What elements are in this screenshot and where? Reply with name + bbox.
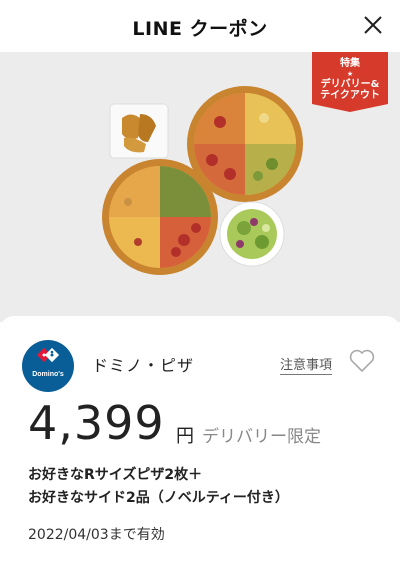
pizza-mixed — [102, 159, 218, 275]
coupon-card: Domino's ドミノ・ピザ 注意事項 4,399 円 デリバリー限定 お好き… — [0, 316, 400, 562]
close-icon[interactable] — [360, 12, 386, 38]
app-header: LINE クーポン — [0, 0, 400, 52]
description-line-2: お好きなサイド2品（ノベルティー付き） — [28, 490, 289, 506]
feature-badge: 特集 ★ デリバリー& テイクアウト — [312, 52, 388, 112]
favorite-heart-icon[interactable] — [349, 349, 375, 373]
description-line-1: お好きなRサイズピザ2枚＋ — [28, 467, 203, 483]
dominos-logo: Domino's — [22, 340, 74, 392]
potato-side-dish — [109, 103, 169, 159]
salad-side-dish — [219, 201, 285, 267]
badge-line-3: テイクアウト — [320, 90, 380, 101]
logo-text: Domino's — [32, 371, 64, 378]
badge-title: 特集 — [340, 58, 360, 69]
currency-unit: 円 — [176, 426, 194, 447]
badge-line-2: デリバリー& — [320, 79, 380, 90]
delivery-limit-label: デリバリー限定 — [202, 427, 321, 447]
page-title: LINE クーポン — [132, 18, 268, 40]
coupon-description: お好きなRサイズピザ2枚＋ お好きなサイド2品（ノベルティー付き） — [28, 464, 289, 510]
valid-until: 2022/04/03まで有効 — [28, 527, 165, 543]
coupon-price: 4,399 — [28, 396, 165, 450]
brand-name: ドミノ・ピザ — [92, 356, 195, 375]
notes-link[interactable]: 注意事項 — [280, 354, 333, 375]
